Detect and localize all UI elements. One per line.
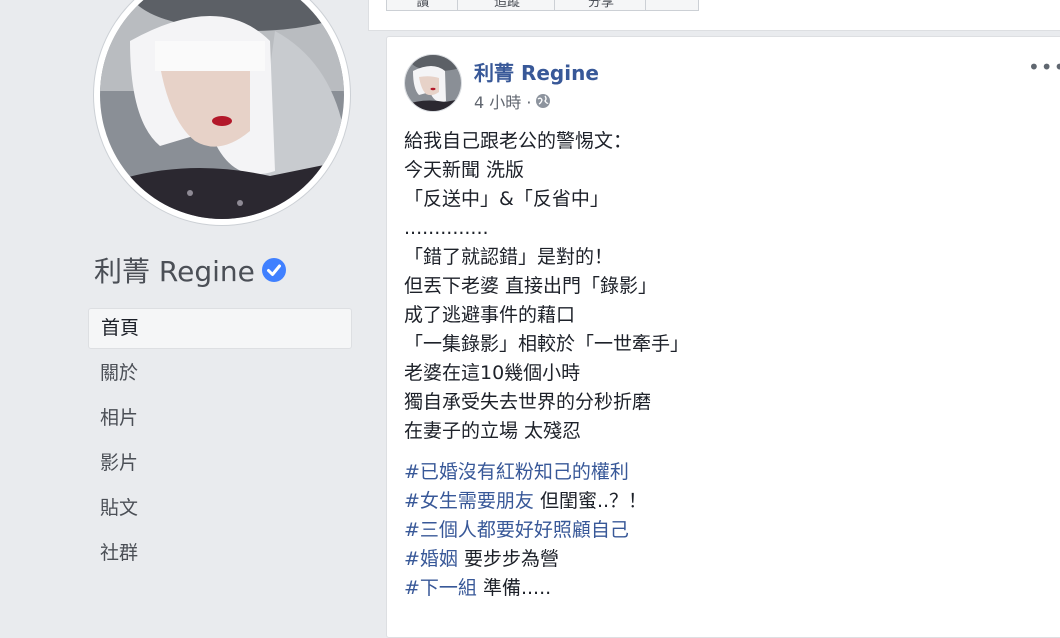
hashtag-line: #已婚沒有紅粉知己的權利 [404,458,1060,487]
nav-item-videos[interactable]: 影片 [88,443,352,484]
profile-picture-frame[interactable] [94,0,350,225]
post-meta: 4 小時 · [474,89,551,113]
like-page-button[interactable]: 讚 [386,0,460,11]
post-author-name[interactable]: 利菁 Regine [474,57,599,86]
nav-item-community[interactable]: 社群 [88,533,352,574]
share-label: 分享 [587,0,614,10]
hashtag-link[interactable]: #三個人都要好好照顧自己 [404,519,629,541]
profile-picture[interactable] [100,0,344,219]
post-line: 老婆在這10幾個小時 [404,362,581,384]
post-line: 獨自承受失去世界的分秒折磨 [404,391,652,413]
post-line: 「反送中」&「反省中」 [404,188,609,210]
globe-icon[interactable] [535,93,551,109]
hashtag-line: #女生需要朋友 但閨蜜..？！ [404,487,1060,516]
page-action-bar: 讚 追蹤 分享 [368,0,1060,31]
share-button[interactable]: 分享 [554,0,648,11]
page-nav: 首頁 關於 相片 影片 貼文 社群 [88,308,352,578]
page-name[interactable]: 利菁 Regine [94,250,287,290]
post-author-avatar[interactable] [404,54,462,112]
post-line: 給我自己跟老公的警惕文： [404,130,633,152]
nav-item-about[interactable]: 關於 [88,353,352,394]
post-line: .............. [404,217,489,239]
more-options-icon[interactable]: ••• [1028,55,1060,79]
post-line: 成了逃避事件的藉口 [404,304,576,326]
hashtag-line: #婚姻 要步步為營 [404,545,1060,574]
nav-item-photos[interactable]: 相片 [88,398,352,439]
post-line: 在妻子的立場 太殘忍 [404,420,582,442]
post-hashtags: #已婚沒有紅粉知己的權利 #女生需要朋友 但閨蜜..？！ #三個人都要好好照顧自… [404,458,1060,603]
left-column: 利菁 Regine 首頁 關於 相片 影片 貼文 社群 [0,0,370,596]
follow-label: 追蹤 [493,0,520,10]
like-page-label: 讚 [416,0,430,10]
hashtag-trailing-text: 但閨蜜..？！ [533,490,648,512]
post-line: 「一集錄影」相較於「一世牽手」 [404,333,690,355]
follow-button[interactable]: 追蹤 [457,0,557,11]
post-line: 今天新聞 洗版 [404,159,525,181]
post-timestamp[interactable]: 4 小時 · [474,89,531,113]
nav-item-posts[interactable]: 貼文 [88,488,352,529]
more-actions-button[interactable] [645,0,699,11]
nav-item-home[interactable]: 首頁 [88,308,352,349]
post-author-avatar-image [405,55,461,111]
hashtag-trailing-text: 要步步為營 [457,548,559,570]
profile-picture-image [100,0,344,219]
hashtag-line: #下一組 準備..... [404,574,1060,603]
post-line: 但丟下老婆 直接出門「錄影」 [404,275,658,297]
post-line: 「錯了就認錯」是對的！ [404,246,614,268]
post-text: 給我自己跟老公的警惕文： 今天新聞 洗版 「反送中」&「反省中」 .......… [404,127,1060,603]
hashtag-line: #三個人都要好好照顧自己 [404,516,1060,545]
page-name-text[interactable]: 利菁 Regine [94,250,255,290]
hashtag-link[interactable]: #女生需要朋友 [404,490,534,512]
hashtag-link[interactable]: #婚姻 [404,548,458,570]
verified-badge-icon [261,257,287,283]
hashtag-link[interactable]: #已婚沒有紅粉知己的權利 [404,461,629,483]
post-card: 利菁 Regine 4 小時 · ••• 給我自己跟老公的警惕文： 今天新聞 洗… [386,36,1060,638]
